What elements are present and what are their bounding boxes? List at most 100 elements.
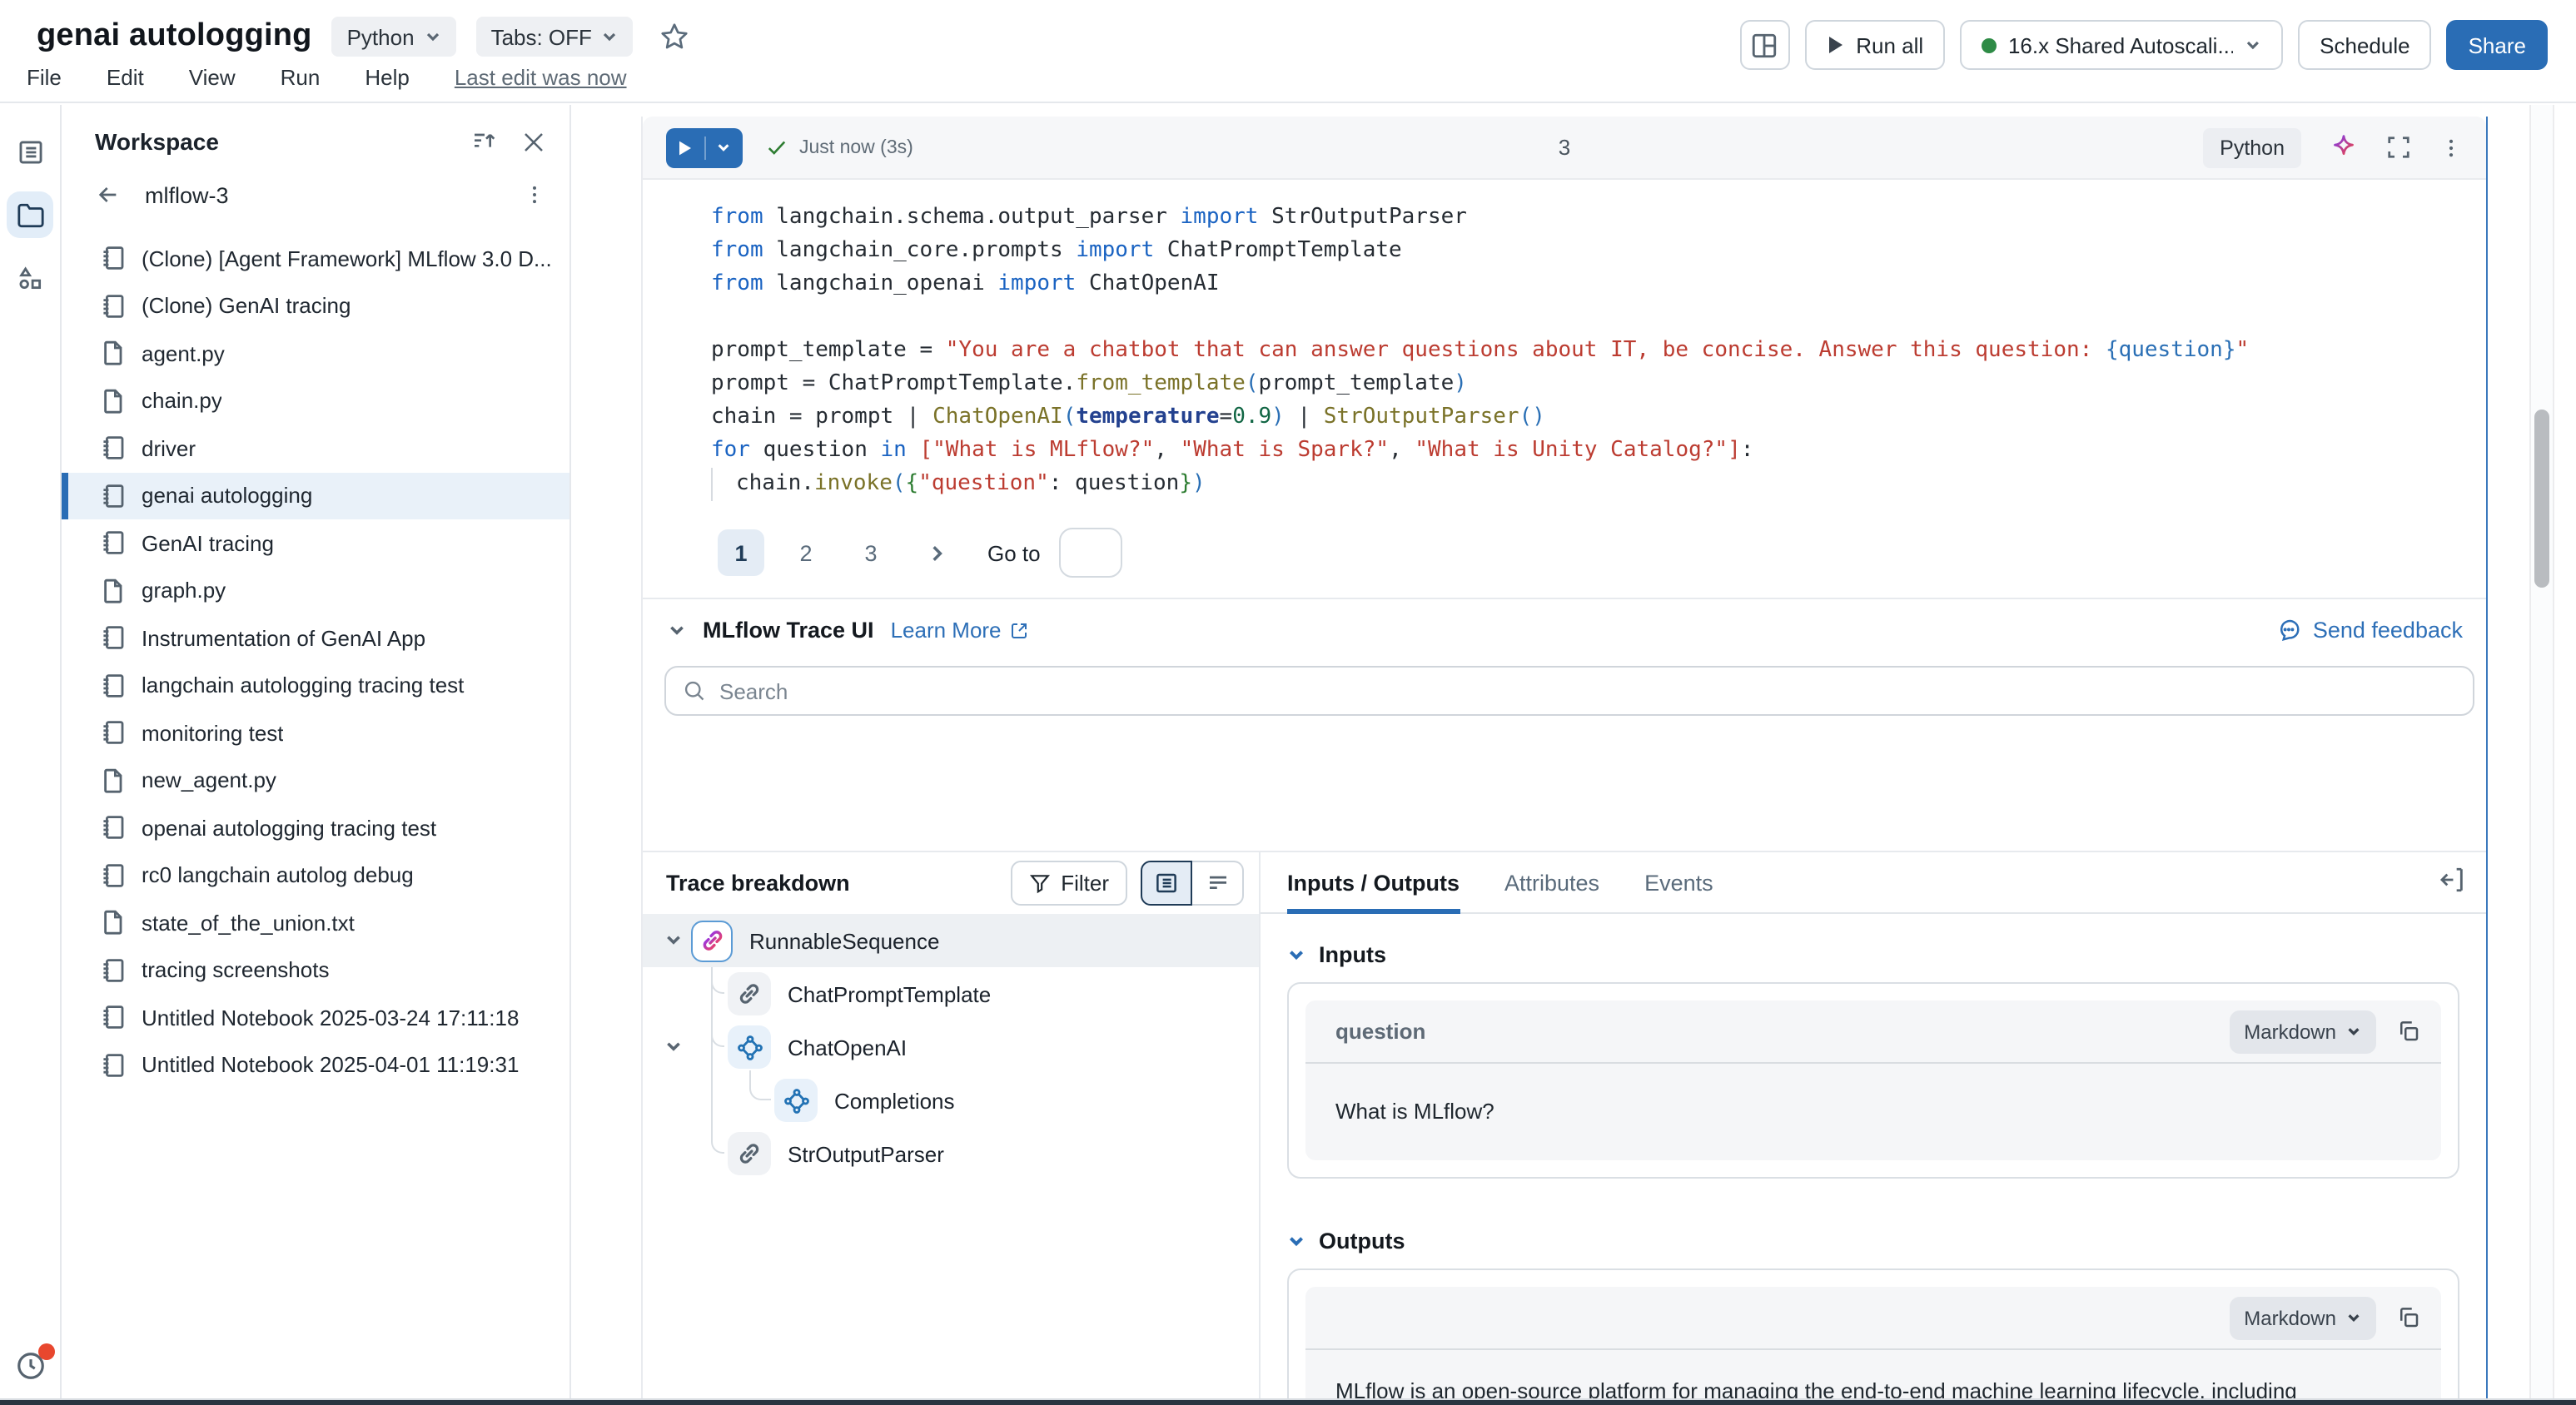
outputs-heading: Outputs — [1319, 1229, 1405, 1254]
cell-kebab-menu-icon[interactable] — [2439, 136, 2463, 159]
trace-ui-header: MLflow Trace UI Learn More Send feedback — [643, 599, 2486, 661]
back-arrow-icon[interactable] — [95, 181, 122, 208]
workspace-item[interactable]: state_of_the_union.txt — [62, 899, 569, 946]
chevron-down-icon[interactable] — [664, 1037, 683, 1055]
tree-view-icon — [1154, 871, 1179, 896]
cell-toolbar: Just now (3s) 3 Python — [643, 117, 2486, 180]
trace-detail-pane: Inputs / OutputsAttributesEvents Inputs — [1261, 852, 2486, 1398]
tab-attributes[interactable]: Attributes — [1504, 871, 1599, 912]
language-selector[interactable]: Python — [332, 17, 456, 57]
workspace-item[interactable]: Instrumentation of GenAI App — [62, 614, 569, 662]
workspace-item[interactable]: agent.py — [62, 330, 569, 377]
section-chevron-icon[interactable] — [1287, 1232, 1305, 1250]
workspace-item[interactable]: openai autologging tracing test — [62, 804, 569, 851]
workspace-item[interactable]: langchain autologging tracing test — [62, 662, 569, 709]
chevron-down-icon — [602, 28, 619, 45]
search-input[interactable] — [719, 678, 2456, 703]
sort-icon[interactable] — [471, 128, 498, 155]
trace-span-completions[interactable]: Completions — [643, 1074, 1259, 1127]
workspace-browser-button[interactable] — [7, 191, 53, 238]
close-icon[interactable] — [521, 129, 546, 154]
menu-view[interactable]: View — [189, 65, 236, 90]
workspace-item[interactable]: driver — [62, 424, 569, 472]
workspace-item[interactable]: new_agent.py — [62, 757, 569, 804]
workspace-panel: Workspace mlflow-3 (Clone) [Agent Framew… — [62, 105, 571, 1398]
cell-language-label[interactable]: Python — [2203, 127, 2301, 167]
workspace-item[interactable]: monitoring test — [62, 709, 569, 757]
learn-more-link[interactable]: Learn More — [891, 618, 1030, 643]
tab-inputs-outputs[interactable]: Inputs / Outputs — [1287, 871, 1460, 912]
tree-view-toggle[interactable] — [1141, 861, 1192, 906]
inputs-format-select[interactable]: Markdown — [2229, 1010, 2376, 1053]
tab-events[interactable]: Events — [1644, 871, 1713, 912]
menu-run[interactable]: Run — [281, 65, 321, 90]
workspace-panel-title: Workspace — [95, 128, 219, 155]
expand-fullscreen-icon[interactable] — [2386, 135, 2411, 160]
next-page-button[interactable] — [913, 529, 959, 576]
timeline-view-toggle[interactable] — [1192, 861, 1244, 906]
outputs-copy-button[interactable] — [2396, 1305, 2421, 1330]
trace-span-chatopenai[interactable]: ChatOpenAI — [643, 1020, 1259, 1074]
layout-panels-button[interactable] — [1739, 20, 1789, 70]
external-link-icon — [1010, 620, 1030, 640]
trace-span-runnablesequence[interactable]: RunnableSequence — [643, 914, 1259, 967]
trace-span-chatprompttemplate[interactable]: ChatPromptTemplate — [643, 967, 1259, 1020]
share-button[interactable]: Share — [2447, 20, 2548, 70]
go-to-page-input[interactable] — [1059, 528, 1122, 578]
trace-breakdown-title: Trace breakdown — [666, 871, 850, 896]
page-button-2[interactable]: 2 — [783, 529, 829, 576]
run-all-button[interactable]: Run all — [1804, 20, 1945, 70]
collapse-chevron-icon[interactable] — [668, 621, 686, 639]
menu-help[interactable]: Help — [365, 65, 410, 90]
collapse-panel-button[interactable] — [2438, 866, 2466, 894]
send-feedback-link[interactable]: Send feedback — [2276, 618, 2463, 643]
menu-file[interactable]: File — [27, 65, 62, 90]
workspace-item[interactable]: GenAI tracing — [62, 519, 569, 567]
experiments-button[interactable] — [7, 255, 53, 301]
model-icon — [728, 1025, 771, 1069]
notebook-icon — [100, 957, 127, 984]
workspace-item[interactable]: (Clone) GenAI tracing — [62, 282, 569, 330]
table-of-contents-button[interactable] — [7, 128, 53, 175]
outputs-format-select[interactable]: Markdown — [2229, 1296, 2376, 1339]
code-editor[interactable]: from langchain.schema.output_parser impo… — [643, 180, 2486, 518]
file-icon — [100, 910, 127, 936]
workspace-item[interactable]: Untitled Notebook 2025-04-01 11:19:31 — [62, 1041, 569, 1089]
chevron-down-icon[interactable] — [664, 931, 683, 949]
page-button-3[interactable]: 3 — [848, 529, 894, 576]
output-value: MLflow is an open-source platform for ma… — [1335, 1375, 2381, 1398]
workspace-item[interactable]: rc0 langchain autolog debug — [62, 851, 569, 899]
results-pagination: 123 Go to — [643, 518, 2486, 598]
page-button-1[interactable]: 1 — [718, 529, 764, 576]
cluster-selector[interactable]: 16.x Shared Autoscali... — [1960, 20, 2283, 70]
schedule-button[interactable]: Schedule — [2298, 20, 2431, 70]
workspace-item[interactable]: graph.py — [62, 567, 569, 614]
run-cell-button[interactable] — [666, 127, 743, 167]
inputs-copy-button[interactable] — [2396, 1019, 2421, 1044]
menu-edit[interactable]: Edit — [107, 65, 144, 90]
last-edit-link[interactable]: Last edit was now — [455, 65, 627, 90]
tabs-selector[interactable]: Tabs: OFF — [476, 17, 634, 57]
assistant-sparkle-icon[interactable] — [2330, 133, 2358, 161]
cell-number: 3 — [1559, 135, 1570, 160]
favorite-star-icon[interactable] — [660, 22, 690, 52]
notebook-title: genai autologging — [37, 18, 312, 55]
workspace-item[interactable]: genai autologging — [62, 472, 569, 519]
version-history-button[interactable] — [7, 1342, 54, 1388]
code-line: chain = prompt | ChatOpenAI(temperature=… — [711, 401, 2459, 434]
vertical-scrollbar[interactable] — [2529, 105, 2554, 1398]
workspace-item[interactable]: Untitled Notebook 2025-03-24 17:11:18 — [62, 994, 569, 1041]
app-window: genai autologging Python Tabs: OFF File E… — [0, 0, 2576, 1405]
funnel-icon — [1029, 872, 1051, 894]
trace-span-stroutputparser[interactable]: StrOutputParser — [643, 1127, 1259, 1180]
cell-last-run-status: Just now (3s) — [799, 137, 913, 157]
filter-button[interactable]: Filter — [1011, 861, 1127, 906]
section-chevron-icon[interactable] — [1287, 946, 1305, 964]
scrollbar-thumb[interactable] — [2534, 410, 2549, 588]
workspace-item[interactable]: tracing screenshots — [62, 946, 569, 994]
kebab-menu-icon[interactable] — [523, 183, 546, 206]
copy-icon — [2396, 1305, 2421, 1330]
play-icon — [666, 127, 704, 167]
workspace-item[interactable]: (Clone) [Agent Framework] MLflow 3.0 D..… — [62, 235, 569, 282]
workspace-item[interactable]: chain.py — [62, 377, 569, 424]
